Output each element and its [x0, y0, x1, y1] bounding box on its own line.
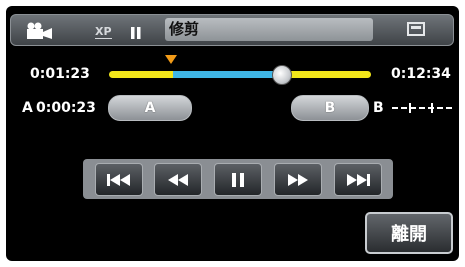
- seek-slider-handle[interactable]: [271, 65, 292, 85]
- total-time: 0:12:34: [391, 66, 451, 82]
- a-point-time: 0:00:23: [36, 100, 96, 116]
- exit-button[interactable]: 離開: [365, 212, 453, 254]
- a-point-label: A: [22, 100, 33, 116]
- pause-icon: [232, 172, 244, 187]
- set-b-button[interactable]: B: [291, 95, 369, 121]
- rewind-icon: [168, 173, 188, 186]
- mode-title: 修剪: [165, 18, 373, 41]
- playback-controls: [83, 159, 393, 199]
- rewind-button[interactable]: [154, 163, 202, 196]
- fast-forward-icon: [288, 173, 308, 186]
- a-point-marker-icon: [165, 55, 177, 64]
- memory-card-icon: [407, 22, 425, 36]
- fast-forward-button[interactable]: [274, 163, 322, 196]
- b-point-label: B: [373, 100, 384, 116]
- camera-screen: XP 修剪 0:01:23 0:12:34 A 0:00:23 A B B 離開: [6, 6, 459, 261]
- skip-back-icon: [107, 173, 130, 186]
- skip-forward-icon: [347, 173, 370, 186]
- top-status-bar: XP 修剪: [10, 14, 454, 46]
- current-time: 0:01:23: [30, 66, 90, 82]
- pause-status-icon: [131, 27, 141, 39]
- quality-indicator: XP: [95, 25, 112, 39]
- skip-forward-button[interactable]: [334, 163, 382, 196]
- skip-back-button[interactable]: [95, 163, 143, 196]
- video-camera-icon: [27, 22, 52, 39]
- b-point-placeholder-icon: [392, 103, 452, 113]
- set-a-button[interactable]: A: [108, 95, 192, 121]
- seek-track-selected: [173, 71, 282, 78]
- pause-button[interactable]: [214, 163, 262, 196]
